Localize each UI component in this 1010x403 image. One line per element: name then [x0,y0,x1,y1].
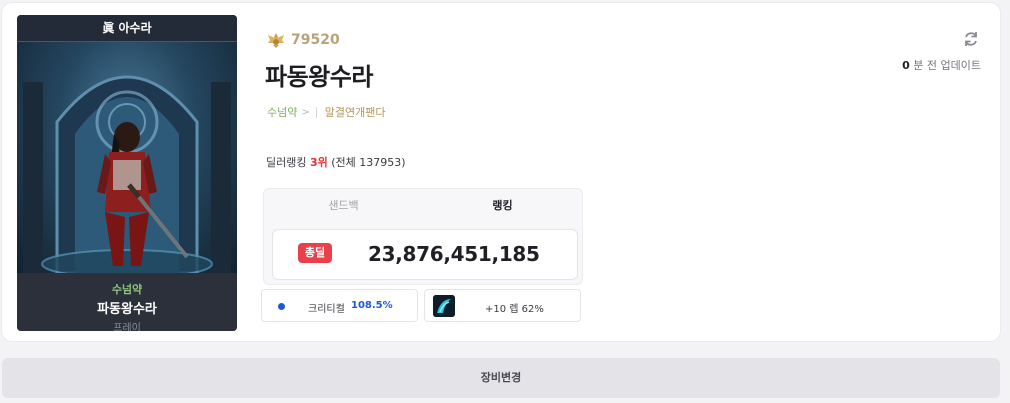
portrait-name: 파동왕수라 [97,302,157,317]
enhancement-value: +10 렙 62% [485,304,544,315]
enhancement-stat: +10 렙 62% [424,289,581,322]
total-damage-badge: 총딜 [298,243,332,263]
change-equipment-button[interactable]: 장비변경 [2,358,1000,398]
adventure-name[interactable]: 말결연개팬다 [325,104,386,120]
fame-wings-icon [268,33,284,48]
character-portrait[interactable]: ✹ 眞 아수라 [17,15,237,331]
class-title: 眞 아수라 [102,21,152,35]
character-name: 파동왕수라 [265,63,373,91]
update-count: 0 [902,59,910,72]
critical-value: 108.5% [351,300,393,311]
total-damage-box: 총딜 23,876,451,185 [272,229,578,280]
total-damage-value: 23,876,451,185 [368,242,540,266]
class-title-bar: ✹ 眞 아수라 [17,15,237,42]
critical-label: 크리티컬 [308,304,345,315]
ranking-prefix: 딜러랭킹 [266,156,307,169]
damage-tabs: 샌드백 랭킹 [264,189,582,223]
fame-display: 79520 [266,30,340,50]
critical-stat: 크리티컬 108.5% [261,289,418,322]
ranking-position: 3위 [309,156,328,169]
tab-sandbag[interactable]: 샌드백 [264,189,423,223]
critical-dot-icon [278,303,285,310]
damage-panel: 샌드백 랭킹 총딜 23,876,451,185 [263,188,583,285]
tab-ranking[interactable]: 랭킹 [423,189,582,223]
portrait-guild: 수넘약 [111,283,143,296]
update-status: 0 분 전 업데이트 [902,57,981,73]
fame-value: 79520 [291,32,340,48]
tag-divider [315,106,317,118]
character-tags: 수넘약 > 말결연개팬다 [267,104,386,120]
ranking-total: (전체 137953) [331,156,406,169]
refresh-icon[interactable] [962,30,980,48]
update-label: 분 전 업데이트 [913,59,981,72]
dealer-ranking: 딜러랭킹 3위 (전체 137953) [266,154,406,170]
portrait-info: 수넘약 파동왕수라 프레이 [17,273,237,331]
enhancement-item-icon [433,295,455,317]
character-artwork [17,42,237,273]
guild-link[interactable]: 수넘약 [267,104,297,120]
chevron-right-icon: > [301,106,310,118]
portrait-server: 프레이 [113,323,141,331]
